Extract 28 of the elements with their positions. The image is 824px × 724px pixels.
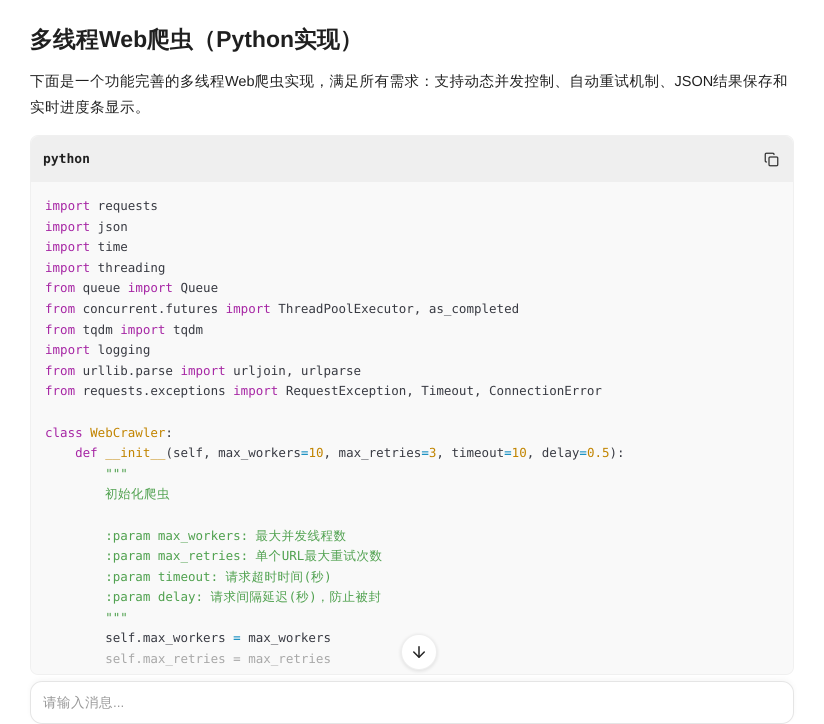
code-line: :param timeout: 请求超时时间(秒) bbox=[104, 568, 332, 586]
intro-paragraph: 下面是一个功能完善的多线程Web爬虫实现，满足所有需求：支持动态并发控制、自动重试机制、JSON结果保存和实时进度条显示。 bbox=[30, 72, 790, 118]
code-line: from requests.exceptions import RequestException, Timeout, ConnectionError bbox=[45, 382, 602, 400]
code-line: import json bbox=[45, 218, 128, 236]
code-line: :param delay: 请求间隔延迟(秒)，防止被封 bbox=[104, 588, 382, 606]
code-line: from queue import Queue bbox=[45, 279, 218, 298]
page-title: 多线程Web爬虫（Python实现） bbox=[30, 25, 364, 54]
code-line: """ bbox=[104, 464, 128, 483]
code-line: from urllib.parse import urljoin, urlparse bbox=[45, 362, 362, 380]
scroll-down-button[interactable] bbox=[401, 634, 437, 670]
message-input[interactable]: 请输入消息... bbox=[30, 680, 794, 724]
code-line: import time bbox=[45, 238, 128, 256]
code-language: python bbox=[43, 152, 90, 166]
code-line: import requests bbox=[45, 197, 158, 215]
code-line: :param max_workers: 最大并发线程数 bbox=[104, 526, 347, 545]
copy-button[interactable] bbox=[762, 150, 781, 168]
code-line: """ bbox=[104, 608, 128, 627]
code-line: from concurrent.futures import ThreadPoolExecutor, as_completed bbox=[45, 300, 520, 318]
code-line: self.max_workers = max_workers bbox=[104, 629, 331, 648]
code-line: class WebCrawler: bbox=[45, 424, 173, 442]
code-line: import threading bbox=[45, 258, 166, 277]
code-line: from tqdm import tqdm bbox=[45, 320, 204, 339]
code-line: 初始化爬虫 bbox=[104, 485, 170, 504]
copy-icon bbox=[764, 152, 779, 166]
code-line: self.max_retries = max_retries bbox=[104, 650, 331, 668]
code-line: :param max_retries: 单个URL最大重试次数 bbox=[104, 547, 382, 566]
code-line: import logging bbox=[45, 341, 150, 360]
code-line: def __init__(self, max_workers=10, max_retries=3, timeout=10, delay=0.5): bbox=[74, 444, 625, 462]
